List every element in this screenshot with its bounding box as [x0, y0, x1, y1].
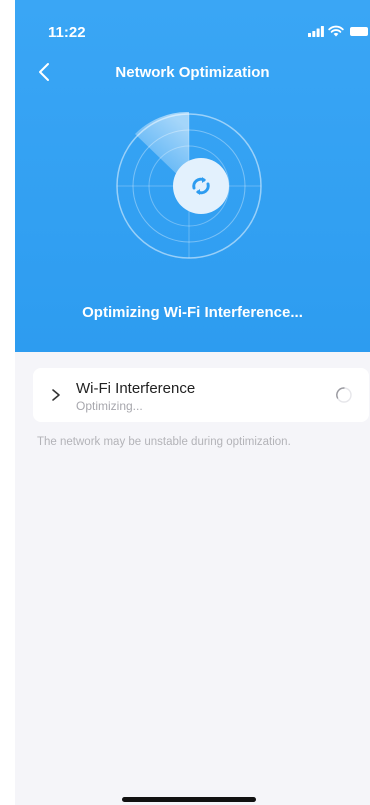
chevron-right-icon: [52, 389, 60, 401]
optimization-status: Optimizing Wi-Fi Interference...: [82, 304, 303, 321]
stability-note: The network may be unstable during optim…: [37, 436, 291, 448]
status-time: 11:22: [48, 24, 86, 41]
status-bar: 11:22: [15, 0, 370, 44]
refresh-arrows-icon: [192, 177, 210, 195]
battery-icon: [350, 27, 368, 36]
optimization-hero: 11:22 Network Optimization Optimizing Wi…: [15, 0, 370, 352]
page-title: Network Optimization: [115, 64, 270, 81]
task-title: Wi-Fi Interference: [76, 380, 196, 397]
signal-icon: [308, 26, 324, 37]
wifi-icon: [328, 25, 344, 37]
optimize-badge: [173, 158, 229, 214]
home-indicator: [122, 797, 256, 802]
task-status: Optimizing...: [76, 399, 143, 413]
task-item-wifi-interference[interactable]: Wi-Fi Interference Optimizing...: [33, 368, 369, 422]
app-screen: 11:22 Network Optimization Optimizing Wi…: [15, 0, 370, 805]
spinner-icon: [336, 387, 352, 403]
nav-bar: Network Optimization: [15, 52, 370, 92]
